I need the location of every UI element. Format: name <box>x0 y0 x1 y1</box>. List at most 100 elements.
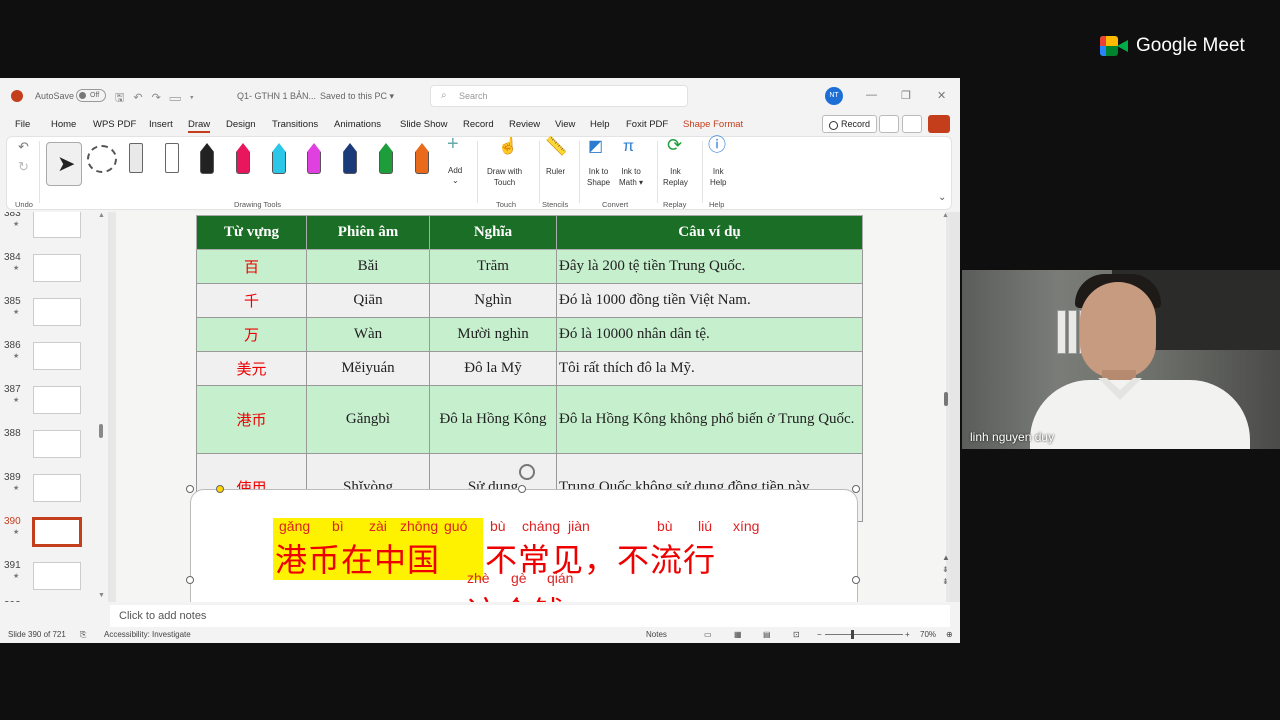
tab-draw[interactable]: Draw <box>188 119 211 133</box>
camera-button[interactable] <box>879 115 899 133</box>
quick-access-icons[interactable]: 🖫↶↷▭▾ <box>115 89 203 108</box>
zoom-level[interactable]: 70% <box>920 630 936 639</box>
tab-shape-format[interactable]: Shape Format <box>683 119 743 130</box>
undo-icon[interactable]: ↶ <box>18 140 29 153</box>
pen-4-icon[interactable] <box>307 143 321 175</box>
ink-to-math-icon[interactable]: π <box>623 139 634 155</box>
slide-number: 384 <box>4 252 21 263</box>
tab-record[interactable]: Record <box>463 119 494 130</box>
example-cell: Tôi rất thích đô la Mỹ. <box>556 351 863 386</box>
eraser-icon[interactable] <box>129 143 143 173</box>
collapse-ribbon-icon[interactable]: ⌄ <box>938 192 946 203</box>
slide-preview <box>33 342 81 370</box>
slide-scrollbar[interactable] <box>944 392 948 406</box>
autosave-toggle[interactable]: Off <box>76 89 106 102</box>
draw-with-touch-icon[interactable]: ☝ <box>498 139 518 155</box>
comments-button[interactable] <box>902 115 922 133</box>
pen-7-icon[interactable] <box>415 143 429 175</box>
slideshow-icon[interactable]: ⊡ <box>793 630 800 639</box>
ink-replay-button[interactable]: Ink Replay <box>663 166 688 188</box>
zoom-slider[interactable] <box>825 634 903 635</box>
pen-3-icon[interactable] <box>272 143 286 175</box>
resize-handle[interactable] <box>186 485 194 493</box>
example-sentence-box[interactable]: gǎng bì zài zhōng guó bù cháng jiàn bù liú xíng 港币… <box>190 489 858 602</box>
slide-thumbnail[interactable]: 389 ★ <box>0 472 100 508</box>
pen-2-icon[interactable] <box>236 143 250 175</box>
ruler-button[interactable]: Ruler <box>546 166 565 177</box>
prev-next-slide-icon[interactable]: ▲ ⇟ ⇟ <box>942 552 950 588</box>
notes-toggle[interactable]: Notes <box>646 630 667 639</box>
normal-view-icon[interactable]: ▭ <box>704 630 712 639</box>
reading-view-icon[interactable]: ▤ <box>763 630 771 639</box>
zoom-out-icon[interactable]: − <box>817 630 822 639</box>
tab-review[interactable]: Review <box>509 119 540 130</box>
tab-file[interactable]: File <box>15 119 30 130</box>
notes-pane[interactable]: Click to add notes <box>110 605 950 627</box>
draw-with-touch-button[interactable]: Draw with Touch <box>487 166 522 188</box>
slide-thumbnail[interactable]: 390 ★ <box>0 516 100 552</box>
minimize-icon[interactable]: — <box>866 89 877 101</box>
accessibility-status[interactable]: Accessibility: Investigate <box>104 630 191 639</box>
saved-status[interactable]: Saved to this PC ▾ <box>320 91 394 102</box>
tab-wps-pdf[interactable]: WPS PDF <box>93 119 136 130</box>
rotate-handle-icon[interactable] <box>519 464 535 480</box>
ink-help-icon[interactable]: ⓘ <box>708 136 726 154</box>
close-icon[interactable]: ✕ <box>937 89 946 102</box>
slide-thumbnail[interactable]: 388 <box>0 428 100 464</box>
resize-handle[interactable] <box>852 576 860 584</box>
slide-thumbnail[interactable]: 383 ★ <box>0 212 100 244</box>
user-avatar[interactable]: NT <box>825 87 843 105</box>
ink-to-math-button[interactable]: Ink to Math ▾ <box>619 166 643 188</box>
spellcheck-icon[interactable]: ⎘ <box>80 630 86 640</box>
ink-to-shape-button[interactable]: Ink to Shape <box>587 166 610 188</box>
group-drawing-tools-label: Drawing Tools <box>234 200 281 209</box>
scroll-up-icon[interactable]: ▲ <box>98 212 105 219</box>
ruler-icon[interactable]: 📏 <box>545 137 567 155</box>
pen-6-icon[interactable] <box>379 143 393 175</box>
slide-thumbnail[interactable]: 391 ★ <box>0 560 100 596</box>
scroll-up-icon[interactable]: ▲ <box>942 212 949 219</box>
slide-thumbnail[interactable]: 386 ★ <box>0 340 100 376</box>
ink-help-button[interactable]: Ink Help <box>710 166 726 188</box>
slide-thumbnail[interactable]: 385 ★ <box>0 296 100 332</box>
tab-insert[interactable]: Insert <box>149 119 173 130</box>
tab-foxit-pdf[interactable]: Foxit PDF <box>626 119 668 130</box>
scroll-down-icon[interactable]: ▼ <box>98 592 105 599</box>
tab-transitions[interactable]: Transitions <box>272 119 318 130</box>
ink-to-shape-icon[interactable]: ◩ <box>588 139 603 155</box>
slide-thumbnail[interactable]: 387 ★ <box>0 384 100 420</box>
tab-view[interactable]: View <box>555 119 575 130</box>
zoom-in-icon[interactable]: + <box>905 630 910 639</box>
tab-home[interactable]: Home <box>51 119 76 130</box>
tab-help[interactable]: Help <box>590 119 610 130</box>
tab-slide-show[interactable]: Slide Show <box>400 119 448 130</box>
tab-design[interactable]: Design <box>226 119 256 130</box>
record-button[interactable]: Record <box>822 115 878 133</box>
redo-icon[interactable]: ↻ <box>18 160 29 173</box>
document-title[interactable]: Q1- GTHN 1 BẢN... <box>237 91 316 101</box>
restore-icon[interactable]: ❐ <box>901 89 911 102</box>
search-box[interactable]: ⌕ Search <box>430 85 688 107</box>
resize-handle[interactable] <box>852 485 860 493</box>
slide-thumbnail[interactable]: 384 ★ <box>0 252 100 288</box>
pen-1-icon[interactable] <box>200 143 214 175</box>
zoom-slider-thumb[interactable] <box>851 630 854 639</box>
participant-video-tile[interactable]: linh nguyen duy <box>962 270 1280 449</box>
adjust-handle[interactable] <box>216 485 224 493</box>
ink-replay-icon[interactable]: ⟳ <box>667 136 682 154</box>
select-tool-button[interactable]: ➤ <box>46 142 82 186</box>
slide-thumbnail[interactable]: 392 <box>0 600 100 602</box>
pencil-tool-icon[interactable] <box>165 143 179 173</box>
pen-5-icon[interactable] <box>343 143 357 175</box>
animation-star-icon: ★ <box>13 221 20 228</box>
resize-handle[interactable] <box>518 485 526 493</box>
resize-handle[interactable] <box>186 576 194 584</box>
tab-animations[interactable]: Animations <box>334 119 381 130</box>
lasso-select-icon[interactable] <box>87 145 117 173</box>
add-pen-icon[interactable]: + <box>447 134 459 154</box>
share-button[interactable] <box>928 115 950 133</box>
thumbnails-scrollbar[interactable] <box>99 424 103 438</box>
fit-to-window-icon[interactable]: ⊕ <box>946 630 953 639</box>
add-pen-dropdown-icon[interactable]: ⌄ <box>452 175 459 186</box>
slide-sorter-icon[interactable]: ▦ <box>734 630 742 639</box>
